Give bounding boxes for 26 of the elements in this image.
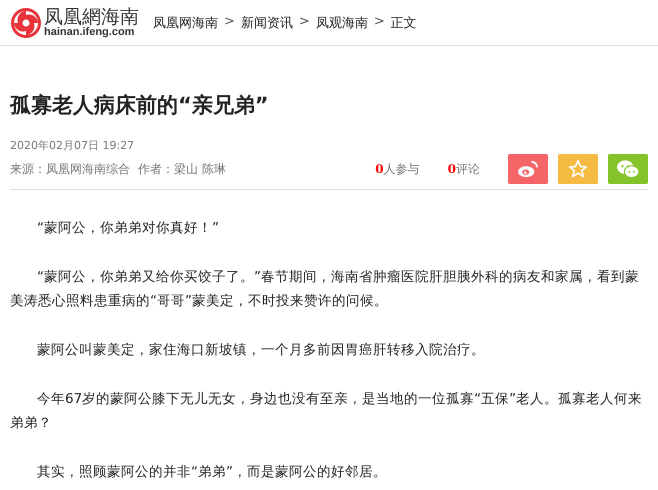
publish-date: 2020年02月07日 19:27 bbox=[10, 138, 136, 153]
weibo-icon bbox=[517, 160, 539, 178]
wechat-icon bbox=[616, 159, 640, 179]
logo-name[interactable]: 凤凰網海南 bbox=[44, 8, 139, 26]
breadcrumb-link[interactable]: 凤观海南 bbox=[316, 14, 368, 32]
breadcrumb-link[interactable]: 凤凰网海南 bbox=[153, 14, 218, 32]
share-button[interactable] bbox=[608, 154, 648, 184]
star-icon bbox=[568, 159, 588, 179]
article-paragraph: “蒙阿公，你弟弟又给你买饺子了。”春节期间，海南省肿瘤医院肝胆胰外科的病友和家属，看到蒙美涛悉心照料患重病的“哥哥”蒙美定，不时投来赞许的问候。 bbox=[10, 268, 640, 311]
article-paragraph: 其实，照顾蒙阿公的并非“弟弟”，而是蒙阿公的好邻居。 bbox=[36, 463, 388, 482]
breadcrumb-separator: > bbox=[224, 14, 235, 30]
article-source: 来源：凤凰网海南综合 bbox=[10, 160, 130, 178]
breadcrumb-separator: > bbox=[298, 14, 310, 30]
article-paragraph: “蒙阿公，你弟弟对你真好！” bbox=[36, 219, 220, 238]
breadcrumb-separator: > bbox=[374, 14, 385, 30]
article-paragraph: 蒙阿公叫蒙美定，家住海口新坡镇，一个月多前因胃癌肝转移入院治疗。 bbox=[36, 341, 486, 360]
share-button[interactable] bbox=[508, 154, 548, 184]
article-author: 作者：梁山 陈琳 bbox=[138, 160, 226, 178]
share-button[interactable] bbox=[558, 154, 598, 184]
logo-domain[interactable]: hainan.ifeng.com bbox=[44, 26, 139, 38]
article-title: 孤寡老人病床前的“亲兄弟” bbox=[10, 92, 270, 119]
article-paragraph: 今年67岁的蒙阿公膝下无儿无女，身边也没有至亲，是当地的一位孤寡“五保”老人。孤寡老人何来弟弟？ bbox=[10, 390, 644, 433]
stat-count: 0人参与 bbox=[375, 160, 420, 178]
swirl-logo-icon bbox=[10, 6, 42, 38]
stat-count: 0评论 bbox=[448, 160, 480, 178]
breadcrumb-link[interactable]: 新闻资讯 bbox=[240, 14, 293, 32]
